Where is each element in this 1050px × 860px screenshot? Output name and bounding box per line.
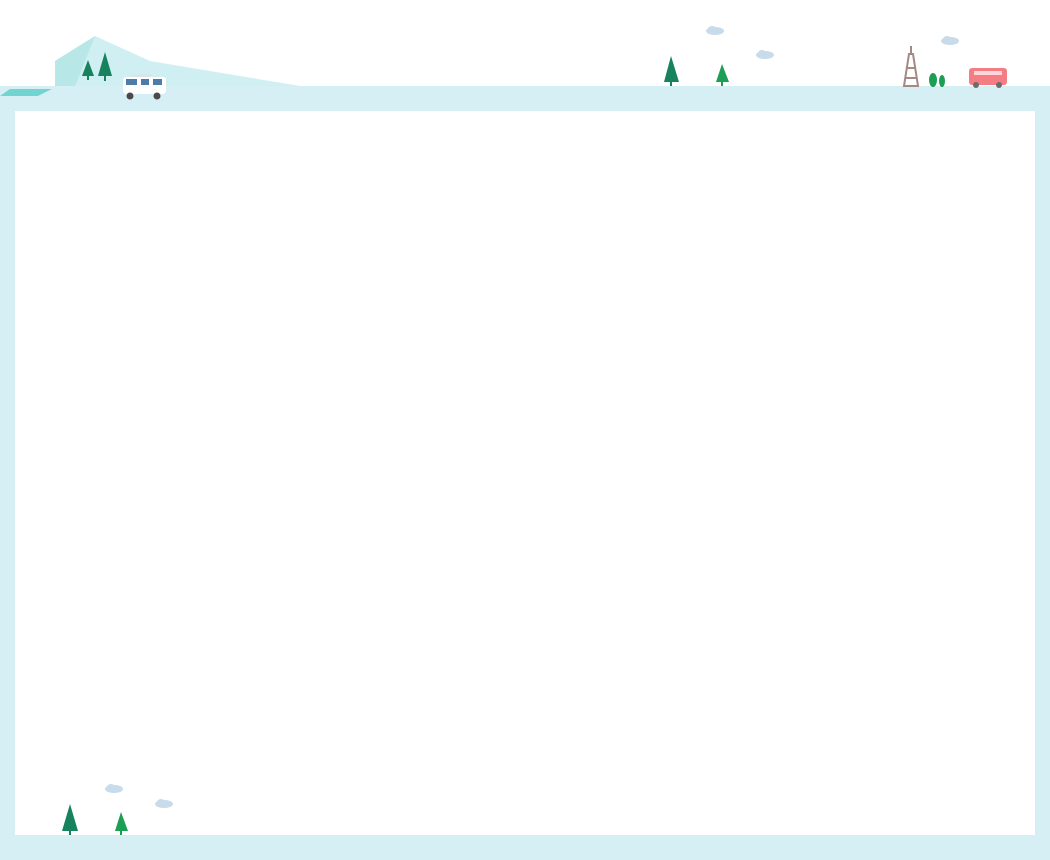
cloud-icon (155, 799, 173, 808)
page-frame (0, 0, 1050, 860)
frame-right-band (1035, 86, 1050, 860)
content-area (15, 111, 1035, 835)
eiffel-tower-icon (902, 46, 920, 87)
cloud-icon (756, 50, 774, 59)
tree-icon (929, 73, 937, 87)
rv-icon (123, 74, 166, 100)
bottom-left-scene (40, 770, 210, 850)
bottom-scene-illustration (62, 784, 173, 835)
top-scene-illustration (0, 26, 1007, 100)
tree-icon (62, 804, 78, 835)
tree-icon (716, 64, 729, 86)
cloud-icon (941, 36, 959, 45)
tree-icon (664, 56, 679, 86)
tree-icon (939, 75, 945, 87)
frame-left-band (0, 86, 15, 860)
tree-icon (115, 812, 128, 835)
cloud-icon (706, 26, 724, 35)
top-scene (0, 0, 1050, 112)
bus-icon (969, 68, 1007, 88)
cloud-icon (105, 784, 123, 793)
